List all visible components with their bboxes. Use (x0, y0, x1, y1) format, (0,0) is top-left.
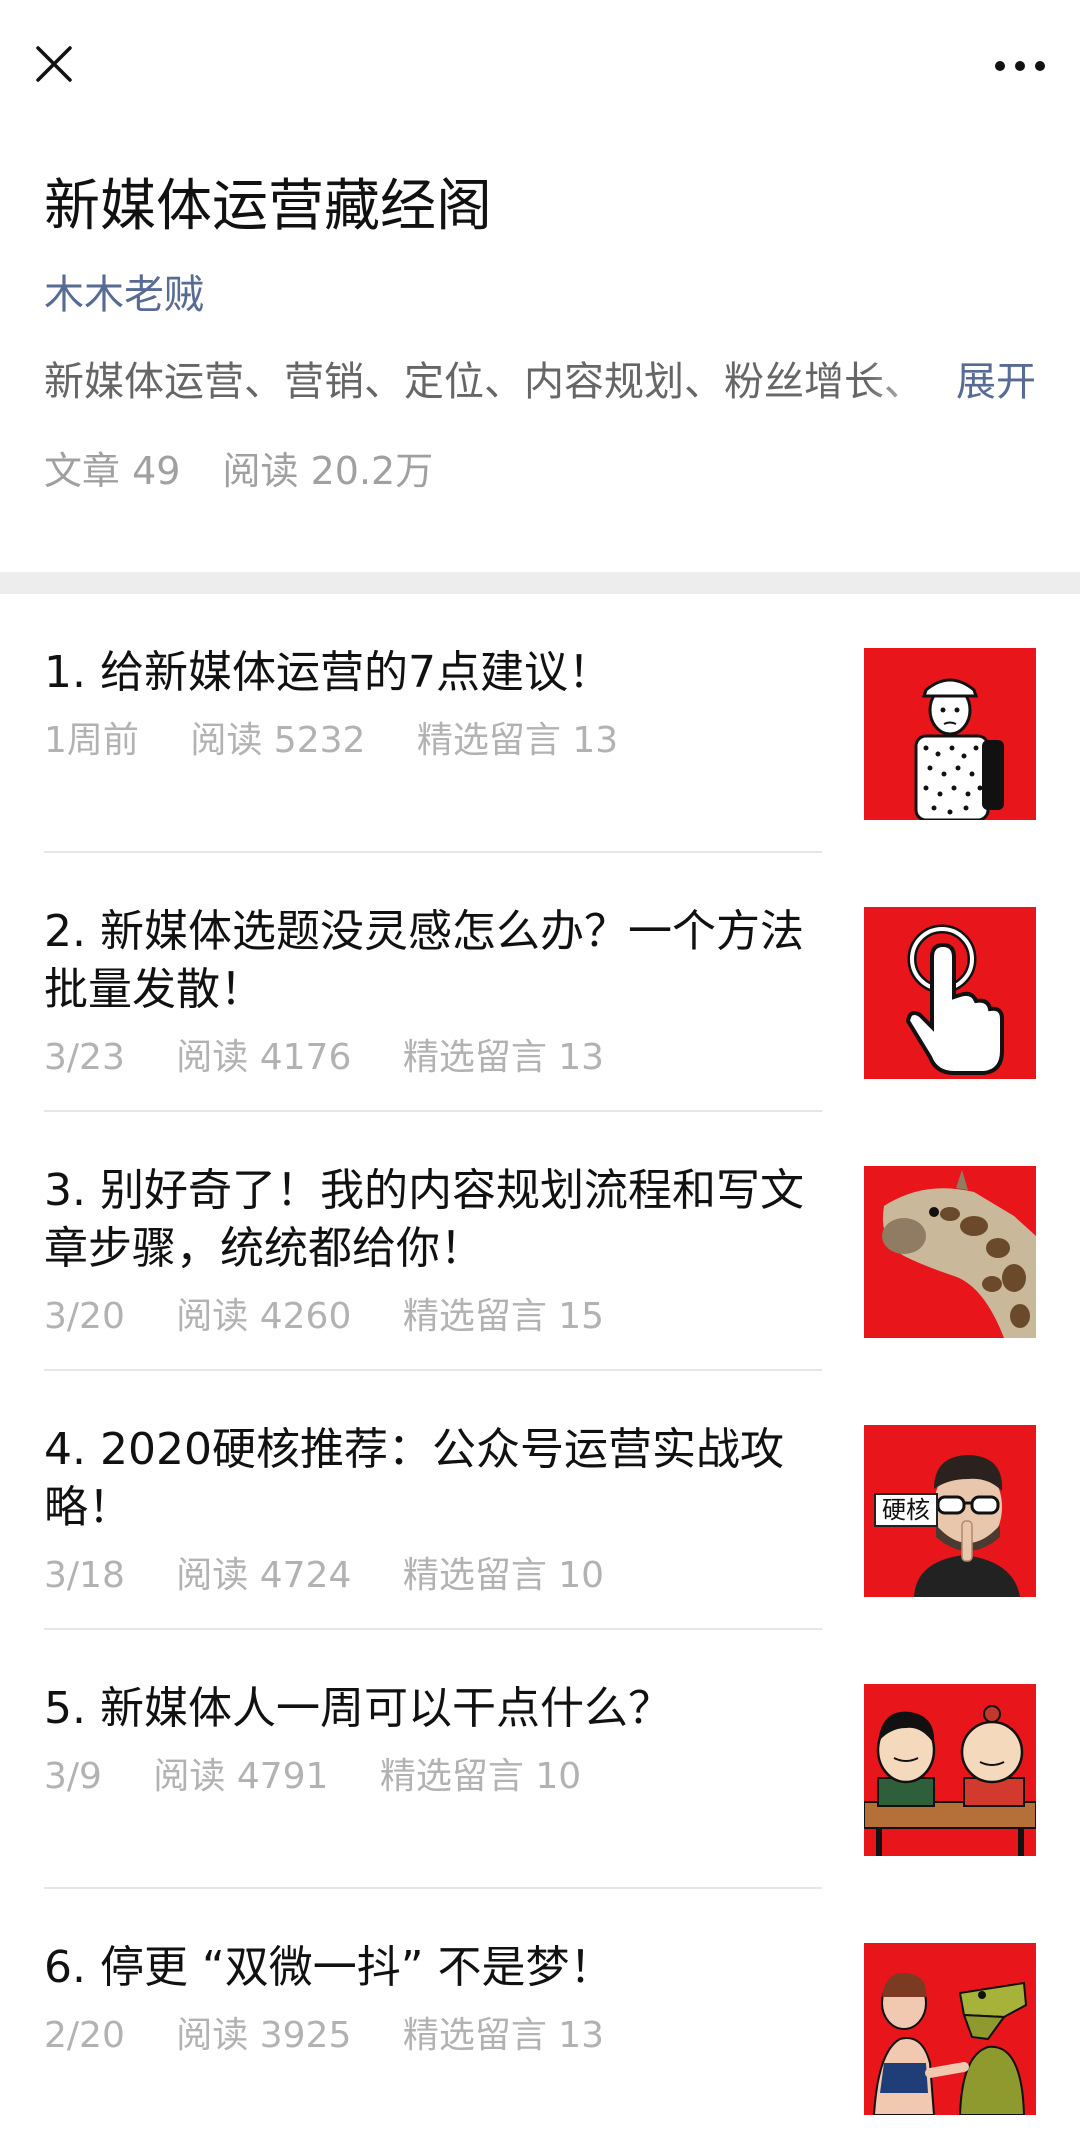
article-item[interactable]: 5. 新媒体人一周可以干点什么？ 3/9 阅读 4791 精选留言 10 (44, 1630, 1080, 1889)
article-date: 2/20 (44, 2015, 125, 2056)
article-title: 1. 给新媒体运营的7点建议！ (44, 647, 612, 698)
article-title: 5. 新媒体人一周可以干点什么？ (44, 1683, 672, 1734)
article-title: 3. 别好奇了！我的内容规划流程和写文章步骤，统统都给你！ (44, 1165, 804, 1274)
article-reads: 阅读 4791 (153, 1756, 329, 1797)
giraffe-photo (882, 1170, 1036, 1338)
article-date: 3/23 (44, 1037, 125, 1078)
backpack-man-illustration (914, 678, 1004, 820)
meme-faces-illustration (864, 1705, 1036, 1856)
article-thumbnail (864, 1943, 1036, 2115)
article-meta: 2/20 阅读 3925 精选留言 13 (44, 2013, 824, 2059)
article-date: 3/20 (44, 1296, 125, 1337)
article-count: 文章 49 (44, 449, 181, 493)
thumbnail-tag: 硬核 (874, 1493, 938, 1527)
article-date: 1周前 (44, 720, 139, 761)
article-meta: 3/23 阅读 4176 精选留言 13 (44, 1035, 824, 1081)
article-date: 3/9 (44, 1756, 102, 1797)
article-item[interactable]: 6. 停更 “双微一抖” 不是梦！ 2/20 阅读 3925 精选留言 13 (44, 1889, 1080, 2148)
article-thumbnail (864, 648, 1036, 820)
author-link[interactable]: 木木老贼 (44, 270, 204, 320)
article-thumbnail (864, 907, 1036, 1079)
article-thumbnail (864, 1684, 1036, 1856)
article-list: 1. 给新媒体运营的7点建议！ 1周前 阅读 5232 精选留言 13 2. 新… (0, 594, 1080, 2148)
article-date: 3/18 (44, 1555, 125, 1596)
article-item[interactable]: 4. 2020硬核推荐：公众号运营实战攻略！ 3/18 阅读 4724 精选留言… (44, 1371, 1080, 1630)
article-meta: 3/9 阅读 4791 精选留言 10 (44, 1754, 824, 1800)
expand-link[interactable]: 展开 (956, 356, 1036, 408)
section-divider (0, 572, 1080, 594)
article-comments: 精选留言 13 (416, 720, 619, 761)
close-button[interactable] (28, 38, 80, 90)
more-options-button[interactable] (988, 42, 1052, 90)
article-item[interactable]: 1. 给新媒体运营的7点建议！ 1周前 阅读 5232 精选留言 13 (44, 594, 1080, 853)
article-comments: 精选留言 10 (379, 1756, 582, 1797)
article-title: 4. 2020硬核推荐：公众号运营实战攻略！ (44, 1424, 784, 1533)
article-reads: 阅读 3925 (176, 2015, 352, 2056)
more-dots-icon (995, 61, 1045, 71)
article-meta: 3/18 阅读 4724 精选留言 10 (44, 1553, 824, 1599)
article-item[interactable]: 3. 别好奇了！我的内容规划流程和写文章步骤，统统都给你！ 3/20 阅读 42… (44, 1112, 1080, 1371)
article-reads: 阅读 4260 (176, 1296, 352, 1337)
article-title: 6. 停更 “双微一抖” 不是梦！ (44, 1942, 614, 1993)
pointing-hand-illustration (905, 924, 1004, 1075)
article-thumbnail (864, 1166, 1036, 1338)
album-stats: 文章 49 阅读 20.2万 (44, 446, 1036, 496)
article-comments: 精选留言 13 (402, 2015, 605, 2056)
crocodile-cartoon-illustration (872, 1972, 1028, 2115)
top-bar (0, 0, 1080, 132)
article-comments: 精选留言 13 (402, 1037, 605, 1078)
article-item[interactable]: 2. 新媒体选题没灵感怎么办？一个方法批量发散！ 3/23 阅读 4176 精选… (44, 853, 1080, 1112)
article-reads: 阅读 4176 (176, 1037, 352, 1078)
album-header: 新媒体运营藏经阁 木木老贼 新媒体运营、营销、定位、内容规划、粉丝增长、 展开 … (0, 132, 1080, 572)
description-row: 新媒体运营、营销、定位、内容规划、粉丝增长、 展开 (44, 356, 1036, 408)
article-meta: 3/20 阅读 4260 精选留言 15 (44, 1294, 824, 1340)
article-title: 2. 新媒体选题没灵感怎么办？一个方法批量发散！ (44, 906, 804, 1015)
close-icon (36, 46, 72, 82)
album-description: 新媒体运营、营销、定位、内容规划、粉丝增长、 (44, 356, 946, 408)
read-count: 阅读 20.2万 (222, 449, 434, 493)
article-meta: 1周前 阅读 5232 精选留言 13 (44, 718, 824, 764)
article-reads: 阅读 4724 (176, 1555, 352, 1596)
article-comments: 精选留言 10 (402, 1555, 605, 1596)
article-thumbnail: 硬核 (864, 1425, 1036, 1597)
album-title: 新媒体运营藏经阁 (44, 174, 492, 239)
article-comments: 精选留言 15 (402, 1296, 605, 1337)
article-reads: 阅读 5232 (190, 720, 366, 761)
